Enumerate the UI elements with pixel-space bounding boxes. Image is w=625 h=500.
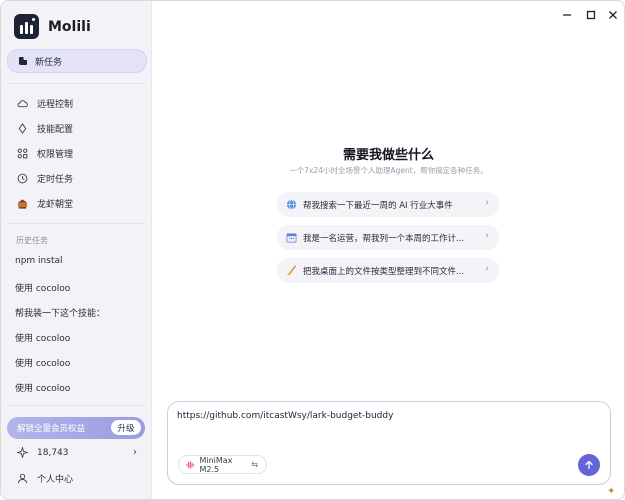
sidebar-item-permissions[interactable]: 权限管理: [17, 146, 73, 160]
maximize-button[interactable]: [584, 8, 598, 22]
suggestion-card[interactable]: 帮我搜索一下最近一周的 AI 行业大事件 ›: [277, 192, 499, 217]
globe-icon: [286, 199, 297, 210]
send-button[interactable]: [578, 454, 600, 476]
suggestion-label: 帮我搜索一下最近一周的 AI 行业大事件: [303, 200, 453, 211]
credits-row[interactable]: 18,743 ›: [17, 447, 137, 458]
sidebar-item-label: 技能配置: [37, 124, 74, 135]
app-window: Molili 新任务 远程控制 技能配置 权限管理 定时任务 龙虾朝堂 历史任务…: [0, 0, 625, 500]
calendar-icon: [286, 233, 297, 243]
sidebar: Molili 新任务 远程控制 技能配置 权限管理 定时任务 龙虾朝堂 历史任务…: [1, 1, 152, 499]
close-button[interactable]: [606, 8, 620, 22]
prompt-composer[interactable]: https://github.com/itcastWsy/lark-budget…: [167, 401, 611, 485]
divider: [7, 83, 145, 84]
chevron-right-icon: ›: [485, 231, 489, 241]
history-item[interactable]: 使用 cocoloo: [15, 356, 70, 369]
sidebar-item-label: 权限管理: [37, 149, 74, 160]
waveform-icon: [186, 460, 195, 469]
clock-icon: [17, 173, 28, 183]
page-title: 需要我做些什么: [342, 148, 434, 163]
grid-icon: [17, 148, 28, 158]
new-task-icon: [19, 56, 28, 65]
lobster-hall-icon: [17, 198, 28, 209]
membership-banner[interactable]: 解锁全量会员权益 升级: [7, 417, 145, 439]
history-item[interactable]: npm instal: [15, 256, 62, 266]
history-item[interactable]: 使用 cocoloo: [15, 331, 70, 344]
profile-button[interactable]: 个人中心: [17, 472, 73, 485]
app-logo: [14, 14, 39, 39]
page-subtitle: 一个7x24小时全场景个人助理Agent，帮你搞定各种任务。: [289, 166, 488, 175]
prompt-input[interactable]: https://github.com/itcastWsy/lark-budget…: [177, 411, 393, 421]
switch-icon: ⇆: [251, 460, 258, 469]
divider: [7, 405, 145, 406]
sidebar-item-label: 定时任务: [37, 174, 74, 185]
history-item[interactable]: 使用 cocoloo: [15, 281, 70, 294]
chevron-right-icon: ›: [485, 198, 489, 208]
sidebar-item-label: 远程控制: [37, 99, 74, 110]
app-name: Molili: [48, 18, 91, 35]
arrow-up-icon: [585, 460, 593, 470]
profile-label: 个人中心: [37, 475, 74, 485]
sidebar-item-scheduled[interactable]: 定时任务: [17, 171, 73, 185]
history-item[interactable]: 帮我装一下这个技能：: [15, 306, 105, 319]
user-icon: [17, 473, 28, 484]
sidebar-item-remote-control[interactable]: 远程控制: [17, 96, 73, 110]
close-icon: [609, 11, 617, 19]
suggestion-label: 我是一名运营，帮我列一个本周的工作计...: [303, 233, 465, 244]
corner-sparkle-icon: ✦: [607, 486, 616, 497]
new-task-label: 新任务: [35, 57, 63, 68]
diamond-icon: [18, 122, 27, 134]
broom-icon: [286, 265, 297, 276]
chevron-right-icon: ›: [485, 264, 489, 274]
upgrade-button[interactable]: 升级: [111, 420, 141, 435]
sidebar-item-label: 龙虾朝堂: [37, 199, 74, 210]
maximize-icon: [586, 10, 596, 20]
history-section-title: 历史任务: [16, 236, 48, 245]
divider: [7, 223, 145, 224]
suggestion-card[interactable]: 我是一名运营，帮我列一个本周的工作计... ›: [277, 225, 499, 250]
credits-value: 18,743: [37, 447, 69, 458]
brand: Molili: [14, 14, 91, 39]
suggestion-label: 把我桌面上的文件按类型整理到不同文件...: [303, 266, 465, 277]
model-selector[interactable]: MiniMax M2.5 ⇆: [178, 455, 267, 474]
history-item[interactable]: 使用 cocoloo: [15, 381, 70, 394]
new-task-button[interactable]: 新任务: [7, 49, 147, 73]
minimize-button[interactable]: [560, 8, 574, 22]
membership-banner-label: 解锁全量会员权益: [17, 424, 86, 434]
sidebar-item-lobster-hall[interactable]: 龙虾朝堂: [17, 196, 73, 210]
sparkle-icon: [17, 447, 28, 458]
sidebar-item-skills[interactable]: 技能配置: [17, 121, 73, 135]
cloud-icon: [17, 99, 28, 107]
model-name: MiniMax M2.5: [199, 455, 233, 474]
chevron-right-icon: ›: [133, 447, 137, 458]
minimize-icon: [563, 14, 571, 16]
suggestion-card[interactable]: 把我桌面上的文件按类型整理到不同文件... ›: [277, 258, 499, 283]
